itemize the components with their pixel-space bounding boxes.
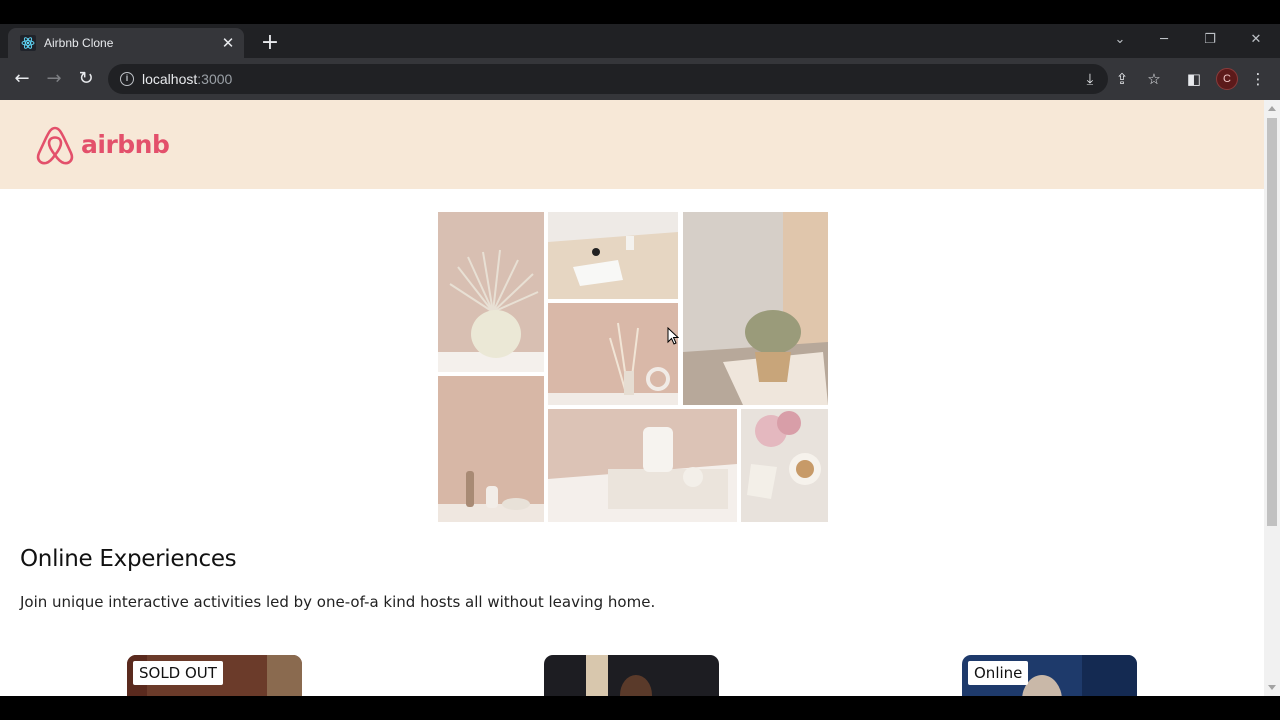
tab-close-icon[interactable]: ✕ xyxy=(220,35,236,51)
menu-kebab-icon[interactable]: ⋮ xyxy=(1246,67,1270,91)
experience-card[interactable]: SOLD OUT xyxy=(127,655,302,696)
reload-icon[interactable]: ↻ xyxy=(74,67,98,91)
scroll-up-icon[interactable] xyxy=(1268,106,1276,111)
profile-avatar[interactable]: C xyxy=(1216,68,1238,90)
install-app-icon[interactable]: ⤓ xyxy=(1078,67,1102,91)
tab-strip: Airbnb Clone ✕ + ⌄ ─ ❐ ✕ xyxy=(0,24,1280,58)
bookmark-star-icon[interactable]: ☆ xyxy=(1142,67,1166,91)
side-panel-icon[interactable]: ◧ xyxy=(1182,67,1206,91)
navbar: airbnb xyxy=(0,100,1264,189)
airbnb-logo-icon[interactable] xyxy=(35,124,75,166)
close-window-icon[interactable]: ✕ xyxy=(1244,30,1268,50)
experience-card[interactable] xyxy=(544,655,719,696)
section-title: Online Experiences xyxy=(20,546,237,572)
logo-text[interactable]: airbnb xyxy=(81,130,170,159)
plant-curtain-tile xyxy=(683,212,828,405)
mug-books-tile xyxy=(548,409,737,522)
section-description: Join unique interactive activities led b… xyxy=(20,593,656,611)
forward-arrow-icon[interactable]: → xyxy=(42,67,66,91)
desk-notebook-tile xyxy=(548,212,678,299)
share-icon[interactable]: ⇪ xyxy=(1110,67,1134,91)
restore-icon[interactable]: ❐ xyxy=(1198,30,1222,50)
status-badge: SOLD OUT xyxy=(133,661,223,685)
minimize-icon[interactable]: ─ xyxy=(1152,30,1176,50)
dried-grass-tile xyxy=(548,303,678,405)
ceramics-shelf-tile xyxy=(438,376,544,522)
new-tab-button[interactable]: + xyxy=(258,32,282,56)
card-photo xyxy=(544,655,719,696)
scroll-down-icon[interactable] xyxy=(1268,685,1276,690)
tab-search-icon[interactable]: ⌄ xyxy=(1108,30,1132,50)
page-viewport: airbnb Online Experiences Join unique in… xyxy=(0,100,1264,696)
address-bar[interactable]: i localhost:3000 xyxy=(108,64,1108,94)
experience-card[interactable]: Online xyxy=(962,655,1137,696)
tab-airbnb-clone[interactable]: Airbnb Clone ✕ xyxy=(8,28,244,58)
pampas-vase-tile xyxy=(438,212,544,372)
browser-toolbar: ← → ↻ i localhost:3000 ⤓ ⇪ ☆ ◧ ⋮ xyxy=(0,58,1280,100)
peonies-coffee-tile xyxy=(741,409,828,522)
status-badge: Online xyxy=(968,661,1029,685)
tab-title: Airbnb Clone xyxy=(44,36,114,50)
url-port: :3000 xyxy=(197,71,233,87)
hero-photo-grid xyxy=(438,212,828,522)
page-scrollbar[interactable] xyxy=(1264,100,1280,696)
site-info-icon[interactable]: i xyxy=(120,72,134,86)
back-arrow-icon[interactable]: ← xyxy=(10,67,34,91)
mouse-cursor-icon xyxy=(667,327,679,345)
react-icon xyxy=(20,35,36,51)
letterbox-bottom xyxy=(0,696,1280,720)
letterbox-top xyxy=(0,0,1280,24)
scroll-thumb[interactable] xyxy=(1267,118,1277,526)
url-host: localhost xyxy=(142,71,198,87)
